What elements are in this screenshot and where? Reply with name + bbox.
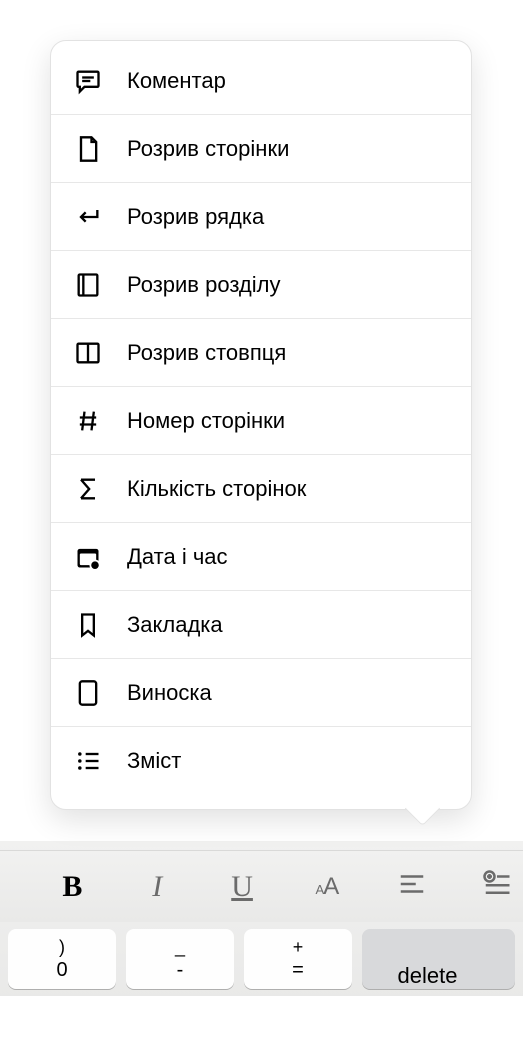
underline-glyph: U (231, 872, 253, 902)
menu-item-label: Зміст (127, 748, 181, 774)
key-minus[interactable]: _ - (126, 929, 234, 989)
comment-icon (73, 66, 103, 96)
key-top-label: + (293, 938, 304, 956)
menu-item-label: Виноска (127, 680, 212, 706)
menu-item-label: Кількість сторінок (127, 476, 306, 502)
page-icon (73, 134, 103, 164)
key-bottom-label: 0 (56, 960, 67, 980)
menu-item-date-time[interactable]: Дата і час (51, 523, 471, 591)
key-bottom-label: - (177, 960, 184, 980)
footnote-doc-icon (73, 678, 103, 708)
text-style-icon: AA (316, 873, 339, 901)
bold-glyph: B (62, 872, 82, 902)
italic-button[interactable]: I (139, 867, 176, 907)
menu-item-page-count[interactable]: Кількість сторінок (51, 455, 471, 523)
menu-item-page-number[interactable]: Номер сторінки (51, 387, 471, 455)
columns-icon (73, 338, 103, 368)
key-delete[interactable]: delete (362, 929, 515, 989)
menu-item-toc[interactable]: Зміст (51, 727, 471, 795)
key-equals[interactable]: + = (244, 929, 352, 989)
sigma-icon (73, 474, 103, 504)
menu-item-label: Закладка (127, 612, 223, 638)
menu-item-section-break[interactable]: Розрив розділу (51, 251, 471, 319)
section-icon (73, 270, 103, 300)
menu-item-label: Розрив сторінки (127, 136, 289, 162)
return-icon (73, 202, 103, 232)
menu-item-bookmark[interactable]: Закладка (51, 591, 471, 659)
menu-item-column-break[interactable]: Розрив стовпця (51, 319, 471, 387)
format-toolbar: B I U AA (0, 850, 523, 922)
bookmark-icon (73, 610, 103, 640)
insert-button[interactable] (478, 867, 515, 907)
menu-item-label: Розрив стовпця (127, 340, 286, 366)
key-top-label: _ (175, 938, 185, 956)
keyboard-number-row: ) 0 _ - + = delete (0, 922, 523, 996)
insert-menu-popover: Коментар Розрив сторінки Розрив рядка Ро… (50, 40, 472, 810)
menu-item-footnote[interactable]: Виноска (51, 659, 471, 727)
key-0[interactable]: ) 0 (8, 929, 116, 989)
insert-plus-icon (482, 869, 512, 904)
menu-item-comment[interactable]: Коментар (51, 47, 471, 115)
italic-glyph: I (152, 872, 162, 902)
menu-item-label: Розрив рядка (127, 204, 264, 230)
hash-icon (73, 406, 103, 436)
text-style-button[interactable]: AA (308, 867, 345, 907)
menu-item-label: Номер сторінки (127, 408, 285, 434)
menu-item-label: Коментар (127, 68, 226, 94)
menu-item-label: Розрив розділу (127, 272, 281, 298)
calendar-icon (73, 542, 103, 572)
align-icon (397, 869, 427, 904)
underline-button[interactable]: U (224, 867, 261, 907)
bold-button[interactable]: B (54, 867, 91, 907)
key-bottom-label: = (292, 960, 304, 980)
menu-item-line-break[interactable]: Розрив рядка (51, 183, 471, 251)
key-top-label: ) (59, 938, 65, 956)
toc-list-icon (73, 746, 103, 776)
key-delete-label: delete (398, 963, 458, 989)
menu-item-page-break[interactable]: Розрив сторінки (51, 115, 471, 183)
crop-bottom (0, 996, 523, 1061)
menu-item-label: Дата і час (127, 544, 228, 570)
align-button[interactable] (393, 867, 430, 907)
